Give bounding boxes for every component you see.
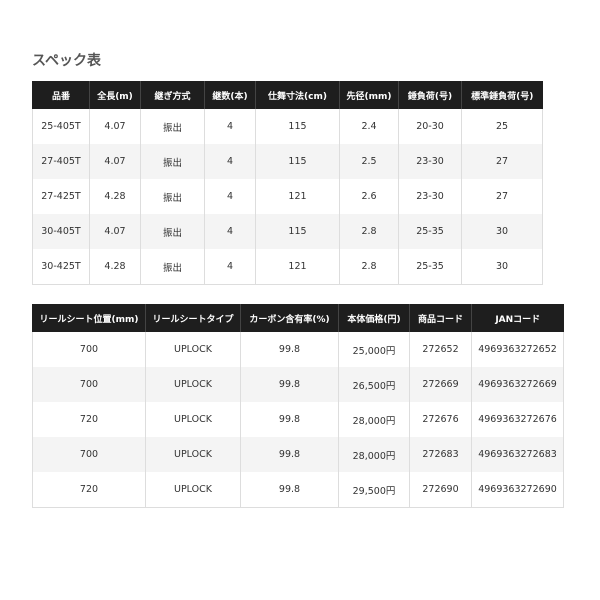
column-header: 全長(m) (89, 81, 141, 109)
table-row: 720 UPLOCK 99.8 29,500円 272690 496936327… (32, 472, 564, 508)
table-cell: 720 (32, 472, 146, 508)
table-cell: 25-405T (32, 109, 90, 144)
column-header: 品番 (32, 81, 90, 109)
spec-table-1: 品番 全長(m) 継ぎ方式 継数(本) 仕舞寸法(cm) 先径(mm) 錘負荷(… (32, 81, 543, 285)
table-cell: 700 (32, 367, 146, 402)
table-cell: 4969363272669 (471, 367, 564, 402)
table-cell: 27 (461, 144, 543, 179)
table-row: 700 UPLOCK 99.8 28,000円 272683 496936327… (32, 437, 564, 472)
column-header: JANコード (471, 304, 564, 332)
table-cell: 99.8 (240, 437, 339, 472)
table-cell: 4969363272652 (471, 332, 564, 367)
table-cell: 115 (255, 144, 340, 179)
column-header: 錘負荷(号) (398, 81, 462, 109)
table-cell: 30-425T (32, 249, 90, 285)
table-cell: 4.28 (89, 249, 141, 285)
column-header: 本体価格(円) (338, 304, 410, 332)
table-cell: UPLOCK (145, 402, 241, 437)
table-cell: 2.6 (339, 179, 399, 214)
table-cell: 272669 (409, 367, 472, 402)
table-cell: 121 (255, 249, 340, 285)
table-cell: 振出 (140, 249, 205, 285)
table-cell: 99.8 (240, 367, 339, 402)
table-cell: 4.28 (89, 179, 141, 214)
column-header: リールシートタイプ (145, 304, 241, 332)
table-header-row: リールシート位置(mm) リールシートタイプ カーボン含有率(%) 本体価格(円… (32, 304, 564, 332)
table-cell: 振出 (140, 214, 205, 249)
table-cell: 4969363272676 (471, 402, 564, 437)
table-header-row: 品番 全長(m) 継ぎ方式 継数(本) 仕舞寸法(cm) 先径(mm) 錘負荷(… (32, 81, 543, 109)
table-cell: 23-30 (398, 179, 462, 214)
table-cell: 2.8 (339, 214, 399, 249)
table-cell: UPLOCK (145, 472, 241, 508)
table-cell: 振出 (140, 109, 205, 144)
table-cell: 25 (461, 109, 543, 144)
table-cell: 30 (461, 214, 543, 249)
table-cell: 30 (461, 249, 543, 285)
column-header: カーボン含有率(%) (240, 304, 339, 332)
table-row: 30-405T 4.07 振出 4 115 2.8 25-35 30 (32, 214, 543, 249)
table-cell: 4 (204, 179, 256, 214)
table-cell: 4 (204, 109, 256, 144)
table-cell: 振出 (140, 179, 205, 214)
table-row: 27-425T 4.28 振出 4 121 2.6 23-30 27 (32, 179, 543, 214)
table-cell: 272652 (409, 332, 472, 367)
table-cell: 26,500円 (338, 367, 410, 402)
table-row: 27-405T 4.07 振出 4 115 2.5 23-30 27 (32, 144, 543, 179)
table-row: 30-425T 4.28 振出 4 121 2.8 25-35 30 (32, 249, 543, 285)
table-cell: 25,000円 (338, 332, 410, 367)
table-cell: 4969363272683 (471, 437, 564, 472)
table-cell: 115 (255, 214, 340, 249)
table-cell: 99.8 (240, 472, 339, 508)
table-cell: 272690 (409, 472, 472, 508)
table-cell: 272683 (409, 437, 472, 472)
column-header: 継ぎ方式 (140, 81, 205, 109)
table-cell: 4 (204, 249, 256, 285)
table-cell: UPLOCK (145, 437, 241, 472)
table-cell: 27 (461, 179, 543, 214)
column-header: 仕舞寸法(cm) (255, 81, 340, 109)
table-cell: 272676 (409, 402, 472, 437)
table-cell: 28,000円 (338, 437, 410, 472)
table-cell: 4 (204, 214, 256, 249)
table-cell: 700 (32, 332, 146, 367)
table-cell: 4.07 (89, 214, 141, 249)
table-cell: 2.4 (339, 109, 399, 144)
table-cell: 720 (32, 402, 146, 437)
table-cell: 29,500円 (338, 472, 410, 508)
table-cell: 2.5 (339, 144, 399, 179)
table-cell: 28,000円 (338, 402, 410, 437)
column-header: リールシート位置(mm) (32, 304, 146, 332)
table-cell: 27-405T (32, 144, 90, 179)
table-cell: 4.07 (89, 144, 141, 179)
page-title: スペック表 (32, 53, 102, 69)
table-cell: 4969363272690 (471, 472, 564, 508)
table-cell: 2.8 (339, 249, 399, 285)
table-row: 700 UPLOCK 99.8 25,000円 272652 496936327… (32, 332, 564, 367)
spec-table-2: リールシート位置(mm) リールシートタイプ カーボン含有率(%) 本体価格(円… (32, 304, 564, 508)
table-cell: 27-425T (32, 179, 90, 214)
table-cell: 振出 (140, 144, 205, 179)
table-cell: 30-405T (32, 214, 90, 249)
table-cell: 4 (204, 144, 256, 179)
table-row: 700 UPLOCK 99.8 26,500円 272669 496936327… (32, 367, 564, 402)
column-header: 標準錘負荷(号) (461, 81, 543, 109)
column-header: 商品コード (409, 304, 472, 332)
table-cell: 25-35 (398, 249, 462, 285)
table-cell: 4.07 (89, 109, 141, 144)
table-cell: 700 (32, 437, 146, 472)
table-cell: 121 (255, 179, 340, 214)
table-cell: 99.8 (240, 402, 339, 437)
table-cell: 115 (255, 109, 340, 144)
column-header: 継数(本) (204, 81, 256, 109)
table-row: 25-405T 4.07 振出 4 115 2.4 20-30 25 (32, 109, 543, 144)
table-cell: 20-30 (398, 109, 462, 144)
table-cell: 25-35 (398, 214, 462, 249)
table-cell: 23-30 (398, 144, 462, 179)
table-cell: 99.8 (240, 332, 339, 367)
table-cell: UPLOCK (145, 367, 241, 402)
column-header: 先径(mm) (339, 81, 399, 109)
table-row: 720 UPLOCK 99.8 28,000円 272676 496936327… (32, 402, 564, 437)
table-cell: UPLOCK (145, 332, 241, 367)
